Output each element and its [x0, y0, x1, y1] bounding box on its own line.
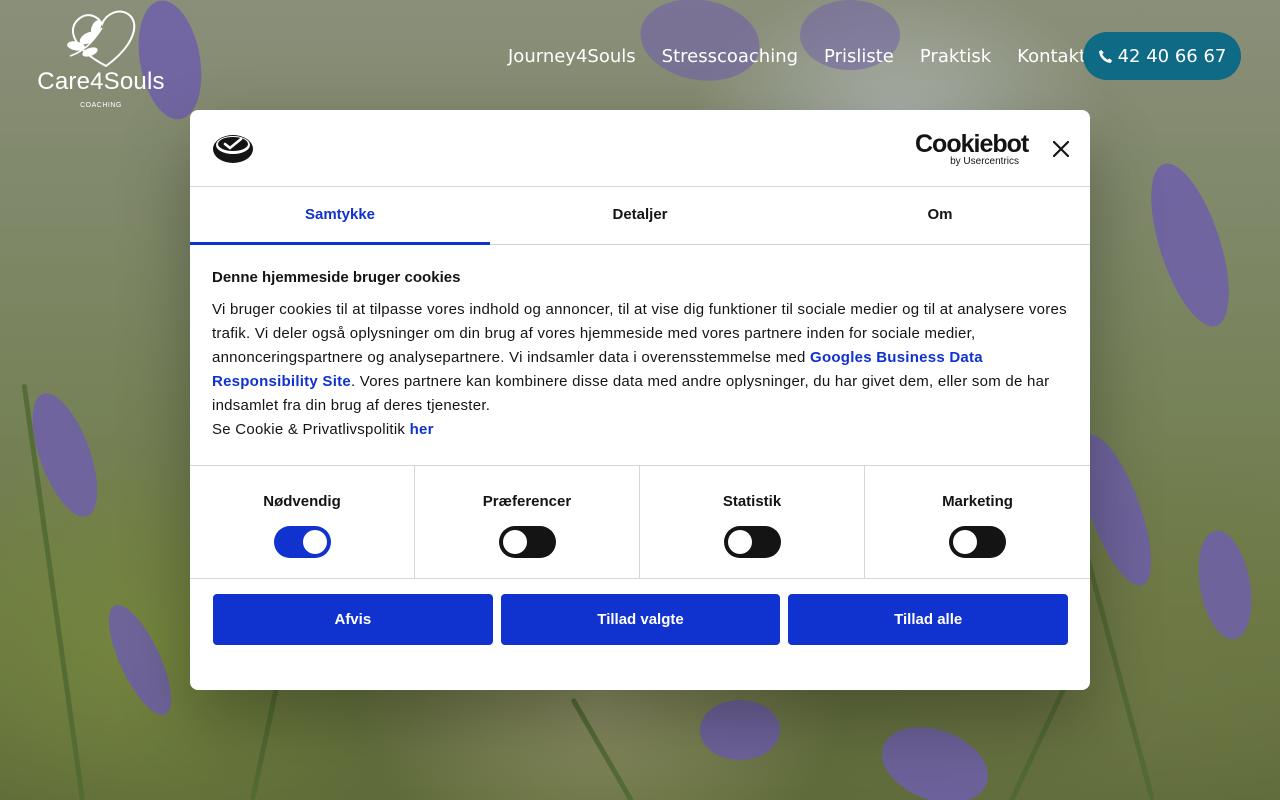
- close-icon: [1053, 141, 1069, 157]
- policy-text: Se Cookie & Privatlivspolitik: [212, 421, 410, 438]
- logo-tagline: COACHING: [80, 102, 122, 109]
- toggle-knob: [727, 530, 752, 554]
- phone-number: 42 40 66 67: [1117, 45, 1227, 67]
- toggle-group-preferences: Præferencer: [415, 466, 640, 579]
- toggle-group-necessary: Nødvendig: [190, 466, 415, 579]
- nav-journey4souls[interactable]: Journey4Souls: [508, 46, 636, 67]
- site-logo[interactable]: Care4Souls COACHING: [34, 8, 168, 109]
- toggle-preferences[interactable]: [498, 526, 556, 558]
- close-button[interactable]: [1048, 136, 1074, 162]
- consent-text: Vi bruger cookies til at tilpasse vores …: [212, 298, 1068, 442]
- toggle-necessary[interactable]: [273, 526, 331, 558]
- nav-kontakt[interactable]: Kontakt: [1017, 46, 1086, 67]
- nav-praktisk[interactable]: Praktisk: [920, 46, 991, 67]
- dialog-header: Cookiebot by Usercentrics: [190, 110, 1090, 187]
- tab-om[interactable]: Om: [790, 187, 1090, 244]
- consent-toggles: Nødvendig Præferencer Statistik Marketin…: [190, 466, 1090, 579]
- consent-heading: Denne hjemmeside bruger cookies: [212, 269, 461, 286]
- dialog-buttons: Afvis Tillad valgte Tillad alle: [190, 579, 1090, 645]
- toggle-label-preferences: Præferencer: [482, 493, 572, 510]
- toggle-knob: [953, 530, 977, 554]
- toggle-statistics[interactable]: [723, 526, 781, 558]
- phone-button[interactable]: 42 40 66 67: [1083, 32, 1241, 80]
- dialog-tabs: Samtykke Detaljer Om: [190, 187, 1090, 245]
- cookiebot-logo-icon: [213, 135, 253, 163]
- heart-leaf-logo-icon: [67, 10, 136, 68]
- main-nav: Journey4Souls Stresscoaching Prisliste P…: [508, 32, 1112, 80]
- toggle-marketing[interactable]: [949, 526, 1006, 558]
- cookiebot-name: Cookiebot: [915, 130, 1029, 158]
- toggle-group-statistics: Statistik: [640, 466, 865, 579]
- allow-all-button[interactable]: Tillad alle: [788, 594, 1069, 645]
- toggle-label-marketing: Marketing: [942, 493, 1013, 510]
- reject-button[interactable]: Afvis: [213, 594, 493, 645]
- phone-icon: [1098, 49, 1112, 63]
- allow-selected-button[interactable]: Tillad valgte: [500, 594, 781, 645]
- toggle-label-statistics: Statistik: [722, 493, 782, 510]
- nav-stresscoaching[interactable]: Stresscoaching: [662, 46, 798, 67]
- tab-samtykke[interactable]: Samtykke: [190, 187, 490, 245]
- tab-detaljer[interactable]: Detaljer: [490, 187, 790, 244]
- consent-body: Denne hjemmeside bruger cookies Vi bruge…: [190, 245, 1090, 466]
- toggle-label-necessary: Nødvendig: [263, 493, 341, 510]
- policy-link[interactable]: her: [410, 421, 434, 438]
- toggle-group-marketing: Marketing: [865, 466, 1090, 579]
- logo-name: Care4Souls: [37, 68, 165, 95]
- cookie-consent-dialog: Cookiebot by Usercentrics Samtykke Detal…: [190, 110, 1090, 690]
- cookiebot-brand[interactable]: Cookiebot by Usercentrics: [915, 130, 1029, 167]
- toggle-knob: [302, 530, 327, 554]
- nav-prisliste[interactable]: Prisliste: [824, 46, 894, 67]
- toggle-knob: [502, 530, 527, 554]
